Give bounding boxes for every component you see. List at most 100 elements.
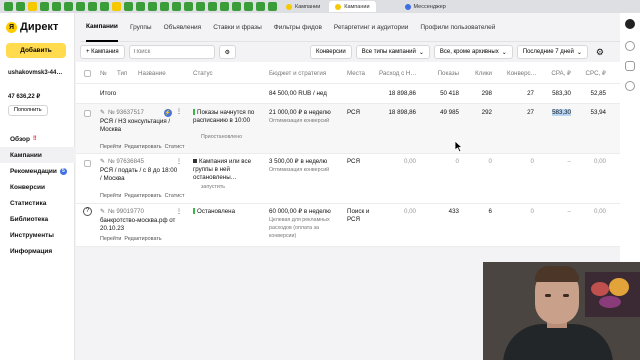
edit-link[interactable]: Редактировать xyxy=(124,144,161,150)
tab-groups[interactable]: Группы xyxy=(130,13,152,42)
campaign-name[interactable]: РСЯ / НЗ консультация / Москва xyxy=(100,118,178,134)
resume-link[interactable]: запустить xyxy=(201,183,225,191)
pinned-tab-icon[interactable] xyxy=(76,2,85,11)
sidebar-item-campaigns[interactable]: Кампании xyxy=(0,147,75,163)
edit-icon[interactable]: ✎ xyxy=(100,158,105,166)
row-checkbox[interactable] xyxy=(84,160,91,167)
campaign-name[interactable]: банкротство-москва.рф от 20.10.23 xyxy=(100,217,178,233)
pinned-tab-icon[interactable] xyxy=(268,2,277,11)
pinned-tab-icon[interactable] xyxy=(196,2,205,11)
stats-link[interactable]: Статист xyxy=(165,144,185,150)
pinned-tab-icon[interactable] xyxy=(16,2,25,11)
stats-link[interactable]: Статист xyxy=(165,193,185,199)
tab-ads[interactable]: Объявления xyxy=(164,13,202,42)
col-status[interactable]: Статус xyxy=(193,70,213,78)
sidebar-item-info[interactable]: Информация xyxy=(0,243,75,259)
col-clicks[interactable]: Клики xyxy=(460,70,492,78)
add-campaign-button[interactable]: + Кампания xyxy=(80,45,125,59)
col-spend[interactable]: Расход с Н… xyxy=(379,70,417,78)
pinned-tab-icon[interactable] xyxy=(136,2,145,11)
sidebar-item-statistics[interactable]: Статистика xyxy=(0,195,75,211)
help-icon[interactable]: ? xyxy=(83,207,92,216)
settings-icon[interactable] xyxy=(625,81,635,91)
pinned-tab-icon[interactable] xyxy=(244,2,253,11)
tab-user-profiles[interactable]: Профили пользователей xyxy=(420,13,495,42)
sidebar-item-conversions[interactable]: Конверсии xyxy=(0,179,75,195)
edit-icon[interactable]: ✎ xyxy=(100,109,105,117)
sidebar-item-tools[interactable]: Инструменты xyxy=(0,227,75,243)
table-row[interactable]: ? ✎ № 99019770 ⋮ банкротство-москва.рф о… xyxy=(76,204,620,247)
col-cpa[interactable]: CPA, ₽ xyxy=(541,70,571,78)
campaign-type-select[interactable]: Все типы кампаний ⌄ xyxy=(355,45,430,59)
pinned-tab-icon[interactable] xyxy=(208,2,217,11)
pinned-tab-icon[interactable] xyxy=(172,2,181,11)
edit-link[interactable]: Редактировать xyxy=(124,236,161,242)
col-cpc[interactable]: CPC, ₽ xyxy=(576,70,606,78)
go-link[interactable]: Перейти xyxy=(100,144,121,150)
pinned-tab-icon[interactable] xyxy=(124,2,133,11)
period-select[interactable]: Последние 7 дней ⌄ xyxy=(516,45,588,59)
budget-value[interactable]: 60 000,00 ₽ в неделю xyxy=(269,208,331,216)
more-icon[interactable]: ⋮ xyxy=(176,208,182,216)
col-num[interactable]: № xyxy=(100,70,107,78)
pinned-tab-icon[interactable] xyxy=(160,2,169,11)
sidebar-item-recommendations[interactable]: Рекомендации 5 xyxy=(0,163,75,179)
sidebar-item-library[interactable]: Библиотека xyxy=(0,211,75,227)
col-name[interactable]: Название xyxy=(138,70,166,78)
pinned-tab-icon[interactable] xyxy=(4,2,13,11)
col-impressions[interactable]: Показы xyxy=(421,70,459,78)
col-places[interactable]: Места xyxy=(347,70,365,78)
account-balance: 47 636,22 ₽ xyxy=(8,94,41,100)
pinned-tab-icon[interactable] xyxy=(184,2,193,11)
campaign-name[interactable]: РСЯ / подать / с 8 до 18:00 / Москва xyxy=(100,167,178,183)
bell-icon[interactable] xyxy=(625,61,635,71)
status-text: Показы начнутся по расписанию в 10:00 xyxy=(193,109,265,125)
profile-avatar[interactable] xyxy=(625,19,635,29)
direct-logo[interactable]: Я Директ xyxy=(6,21,58,33)
chat-icon[interactable] xyxy=(625,41,635,51)
pinned-tab-icon[interactable] xyxy=(64,2,73,11)
tab-retargeting[interactable]: Ретаргетинг и аудитории xyxy=(334,13,408,42)
archive-filter-select[interactable]: Все, кроме архивных ⌄ xyxy=(433,45,513,59)
row-checkbox[interactable] xyxy=(84,110,91,117)
edit-icon[interactable]: ✎ xyxy=(100,208,105,216)
col-budget[interactable]: Бюджет и стратегия xyxy=(269,70,326,78)
tab-feed-filters[interactable]: Фильтры фидов xyxy=(274,13,322,42)
browser-tab-active[interactable]: Кампании xyxy=(329,1,376,12)
pinned-tab-icon[interactable] xyxy=(52,2,61,11)
pinned-tab-icon[interactable] xyxy=(220,2,229,11)
pinned-tab-icon[interactable] xyxy=(232,2,241,11)
sidebar-item-overview[interactable]: Обзор ‼ xyxy=(0,131,75,147)
more-icon[interactable]: ⋮ xyxy=(176,108,182,116)
gear-icon[interactable]: ⚙ xyxy=(596,47,604,58)
pinned-tab-icon[interactable] xyxy=(88,2,97,11)
pinned-tab-icon[interactable] xyxy=(100,2,109,11)
select-all-checkbox[interactable] xyxy=(84,70,91,77)
table-row[interactable]: ✎ № 97636845 ⋮ РСЯ / подать / с 8 до 18:… xyxy=(76,154,620,204)
col-conversions[interactable]: Конверс… xyxy=(507,70,537,78)
more-icon[interactable]: ⋮ xyxy=(176,158,182,166)
account-login[interactable]: ushakovmsk3-44… xyxy=(8,70,62,76)
tab-campaigns[interactable]: Кампании xyxy=(86,13,118,42)
search-input[interactable] xyxy=(128,45,215,59)
pinned-tab-icon[interactable] xyxy=(28,2,37,11)
pinned-tab-icon[interactable] xyxy=(148,2,157,11)
pinned-tab-icon[interactable] xyxy=(256,2,265,11)
table-row[interactable]: ✎ № 93637517 ⚡ ⋮ РСЯ / НЗ консультация /… xyxy=(76,104,620,154)
add-button[interactable]: Добавить xyxy=(6,43,66,58)
filter-settings-button[interactable]: ⚙ xyxy=(218,45,237,59)
totals-spend: 18 898,86 xyxy=(388,90,416,97)
col-type[interactable]: Тип xyxy=(117,70,127,78)
tab-bids[interactable]: Ставки и фразы xyxy=(213,13,262,42)
go-link[interactable]: Перейти xyxy=(100,193,121,199)
pinned-tab-icon[interactable] xyxy=(112,2,121,11)
budget-value[interactable]: 3 500,00 ₽ в неделю xyxy=(269,158,327,166)
topup-button[interactable]: Пополнить xyxy=(8,105,48,116)
browser-tab[interactable]: Мессенджер xyxy=(399,1,452,12)
budget-value[interactable]: 21 000,00 ₽ в неделю xyxy=(269,109,331,117)
pinned-tab-icon[interactable] xyxy=(40,2,49,11)
edit-link[interactable]: Редактировать xyxy=(124,193,161,199)
conversions-button[interactable]: Конверсии xyxy=(310,45,352,59)
browser-tab[interactable]: Кампании xyxy=(280,1,326,12)
go-link[interactable]: Перейти xyxy=(100,236,121,242)
